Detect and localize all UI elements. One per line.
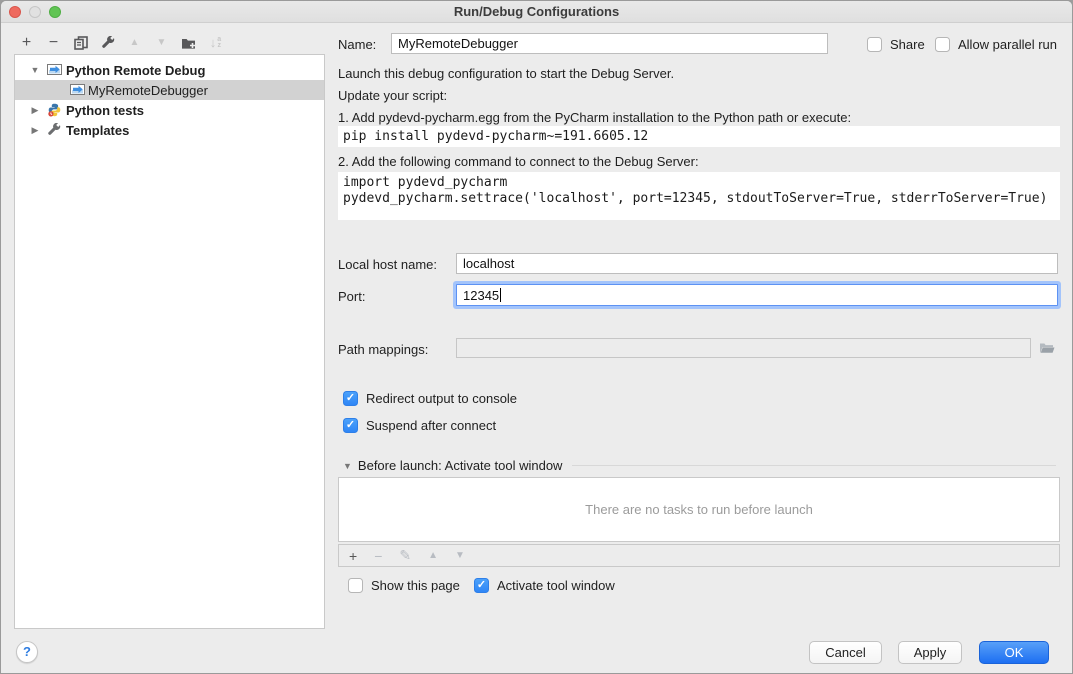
port-value: 12345 <box>463 286 499 305</box>
configurations-toolbar: + − ▲ ▼ ↓ az <box>13 31 229 55</box>
run-debug-configurations-dialog: Run/Debug Configurations + − ▲ ▼ <box>0 0 1073 674</box>
edit-templates-button[interactable] <box>94 31 121 55</box>
no-tasks-text: There are no tasks to run before launch <box>585 502 813 517</box>
activate-tool-window-checkbox[interactable]: ✓ <box>474 578 489 593</box>
port-label: Port: <box>338 289 365 304</box>
port-input[interactable]: 12345 <box>456 284 1058 306</box>
local-host-name-label: Local host name: <box>338 257 437 272</box>
intro-text: Launch this debug configuration to start… <box>338 66 674 81</box>
remove-configuration-button[interactable]: − <box>40 31 67 55</box>
before-launch-task-list[interactable]: There are no tasks to run before launch <box>338 477 1060 542</box>
tree-item-label: Python Remote Debug <box>66 63 205 78</box>
open-folder-icon <box>1038 340 1056 355</box>
step2-text: 2. Add the following command to connect … <box>338 154 699 169</box>
zoom-button[interactable] <box>49 6 61 18</box>
python-tests-icon <box>47 103 62 117</box>
path-mappings-input[interactable] <box>456 338 1031 358</box>
redirect-output-label: Redirect output to console <box>366 391 517 406</box>
redirect-output-row: ✓ Redirect output to console <box>343 390 517 406</box>
update-script-text: Update your script: <box>338 88 447 103</box>
tree-item-python-tests[interactable]: ▶ Python tests <box>15 100 324 120</box>
new-folder-icon <box>181 36 197 50</box>
copy-icon <box>74 36 88 50</box>
copy-configuration-button[interactable] <box>67 31 94 55</box>
allow-parallel-run-label: Allow parallel run <box>958 37 1057 52</box>
activate-tool-window-row: ✓ Activate tool window <box>474 577 615 593</box>
pip-install-code: pip install pydevd-pycharm~=191.6605.12 <box>338 126 1060 147</box>
close-button[interactable] <box>9 6 21 18</box>
expanded-arrow-icon[interactable]: ▼ <box>30 65 40 75</box>
suspend-after-connect-row: ✓ Suspend after connect <box>343 417 496 433</box>
move-task-down-button[interactable]: ▼ <box>455 550 465 561</box>
tree-item-label: MyRemoteDebugger <box>88 83 208 98</box>
share-label: Share <box>890 37 925 52</box>
tree-item-label: Templates <box>66 123 129 138</box>
settrace-code-block: import pydevd_pycharm pydevd_pycharm.set… <box>338 172 1060 220</box>
step1-text: 1. Add pydevd-pycharm.egg from the PyCha… <box>338 110 851 125</box>
edit-task-button[interactable]: ✎ <box>399 547 411 564</box>
move-task-up-button[interactable]: ▲ <box>428 550 438 561</box>
collapse-arrow-icon[interactable]: ▼ <box>343 461 352 471</box>
before-launch-header[interactable]: ▼ Before launch: Activate tool window <box>343 458 1056 473</box>
tree-item-templates[interactable]: ▶ Templates <box>15 120 324 140</box>
import-code-line: import pydevd_pycharm <box>343 175 1055 191</box>
add-configuration-button[interactable]: + <box>13 31 40 55</box>
templates-wrench-icon <box>47 123 62 137</box>
minimize-button[interactable] <box>29 6 41 18</box>
name-label: Name: <box>338 37 376 52</box>
browse-path-mappings-button[interactable] <box>1038 340 1056 358</box>
check-icon: ✓ <box>346 391 355 406</box>
tree-item-myremotedebugger[interactable]: MyRemoteDebugger <box>15 80 324 100</box>
show-this-page-checkbox[interactable] <box>348 578 363 593</box>
tree-item-label: Python tests <box>66 103 144 118</box>
remote-debug-icon <box>47 63 62 77</box>
add-task-button[interactable]: + <box>349 548 357 564</box>
share-checkbox-row: Share <box>867 36 925 52</box>
show-this-page-row: Show this page <box>348 577 460 593</box>
before-launch-toolbar: + − ✎ ▲ ▼ <box>338 544 1060 567</box>
show-this-page-label: Show this page <box>371 578 460 593</box>
name-input[interactable] <box>391 33 828 54</box>
wrench-icon <box>101 36 115 50</box>
check-icon: ✓ <box>346 418 355 433</box>
activate-tool-window-label: Activate tool window <box>497 578 615 593</box>
ok-button[interactable]: OK <box>979 641 1049 664</box>
share-checkbox[interactable] <box>867 37 882 52</box>
titlebar[interactable]: Run/Debug Configurations <box>1 1 1072 23</box>
window-title: Run/Debug Configurations <box>454 4 619 19</box>
local-host-name-input[interactable] <box>456 253 1058 274</box>
redirect-output-checkbox[interactable]: ✓ <box>343 391 358 406</box>
move-down-button[interactable]: ▼ <box>148 31 175 55</box>
remote-debug-icon <box>70 83 85 97</box>
text-caret <box>500 288 501 302</box>
allow-parallel-run-checkbox[interactable] <box>935 37 950 52</box>
suspend-after-connect-checkbox[interactable]: ✓ <box>343 418 358 433</box>
sort-alpha-icon: ↓ az <box>210 31 221 55</box>
header-rule <box>572 465 1056 466</box>
configurations-tree: ▼ Python Remote Debug MyRemoteDebugger <box>14 54 325 629</box>
collapsed-arrow-icon[interactable]: ▶ <box>30 125 40 136</box>
allow-parallel-run-row: Allow parallel run <box>935 36 1057 52</box>
move-up-button[interactable]: ▲ <box>121 31 148 55</box>
check-icon: ✓ <box>477 578 486 593</box>
sort-configurations-button[interactable]: ↓ az <box>202 31 229 55</box>
cancel-button[interactable]: Cancel <box>809 641 882 664</box>
help-button[interactable]: ? <box>16 641 38 663</box>
settrace-code-line: pydevd_pycharm.settrace('localhost', por… <box>343 191 1055 207</box>
apply-button[interactable]: Apply <box>898 641 962 664</box>
create-folder-button[interactable] <box>175 31 202 55</box>
suspend-after-connect-label: Suspend after connect <box>366 418 496 433</box>
remove-task-button[interactable]: − <box>374 548 382 564</box>
collapsed-arrow-icon[interactable]: ▶ <box>30 105 40 116</box>
path-mappings-label: Path mappings: <box>338 342 428 357</box>
tree-item-python-remote-debug[interactable]: ▼ Python Remote Debug <box>15 60 324 80</box>
before-launch-title: Before launch: Activate tool window <box>358 458 563 473</box>
